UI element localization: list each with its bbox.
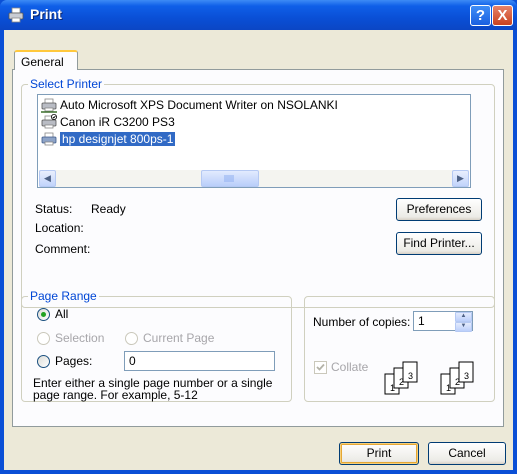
page-range-legend: Page Range bbox=[28, 289, 99, 303]
number-of-copies-value: 1 bbox=[418, 314, 425, 328]
status-label: Status: bbox=[35, 202, 73, 216]
copies-spinner[interactable]: ▲ ▼ bbox=[455, 312, 472, 332]
page-range-help-line2: page range. For example, 5-12 bbox=[33, 388, 198, 402]
current-page-radio[interactable] bbox=[125, 332, 138, 345]
collate-label: Collate bbox=[331, 360, 369, 374]
scroll-left-icon[interactable]: ◀ bbox=[39, 170, 56, 187]
find-printer-button[interactable]: Find Printer... bbox=[396, 232, 482, 255]
printer-icon bbox=[41, 132, 57, 146]
collate-pages-icon: 1 2 3 1 2 3 bbox=[384, 361, 474, 395]
window-title: Print bbox=[30, 6, 62, 22]
collate-page-number: 2 bbox=[399, 377, 404, 387]
collate-page-number: 3 bbox=[408, 371, 413, 381]
grip-icon bbox=[224, 175, 234, 182]
all-radio[interactable] bbox=[37, 308, 50, 321]
printer-icon bbox=[8, 7, 24, 23]
default-printer-icon bbox=[41, 114, 57, 129]
printer-name: Auto Microsoft XPS Document Writer on NS… bbox=[60, 98, 338, 112]
title-bar[interactable]: Print ? X bbox=[0, 0, 517, 30]
comment-label: Comment: bbox=[35, 242, 91, 256]
checkmark-icon bbox=[316, 363, 325, 371]
pages-input[interactable]: 0 bbox=[124, 351, 275, 371]
scroll-thumb[interactable] bbox=[201, 170, 259, 187]
preferences-button[interactable]: Preferences bbox=[396, 198, 482, 221]
printer-name: hp designjet 800ps-1 bbox=[60, 132, 176, 146]
pages-radio[interactable] bbox=[37, 355, 50, 368]
all-label: All bbox=[55, 307, 69, 321]
tab-general[interactable]: General bbox=[14, 50, 78, 70]
collate-page-number: 3 bbox=[464, 371, 469, 381]
horizontal-scrollbar[interactable]: ◀ ▶ bbox=[39, 170, 469, 187]
select-printer-legend: Select Printer bbox=[28, 77, 105, 91]
printer-list[interactable]: Auto Microsoft XPS Document Writer on NS… bbox=[37, 94, 471, 188]
dialog-client-area: General Select Printer Auto Microsoft XP… bbox=[4, 30, 513, 470]
printer-item-xps[interactable]: Auto Microsoft XPS Document Writer on NS… bbox=[40, 97, 338, 114]
collate-page-number: 1 bbox=[446, 383, 451, 393]
spin-up-icon[interactable]: ▲ bbox=[455, 312, 472, 322]
close-button[interactable]: X bbox=[492, 5, 513, 26]
number-of-copies-label: Number of copies: bbox=[313, 315, 411, 329]
collate-page-number: 1 bbox=[390, 383, 395, 393]
number-of-copies-input[interactable]: 1 ▲ ▼ bbox=[413, 311, 473, 332]
scroll-right-icon[interactable]: ▶ bbox=[452, 170, 469, 187]
selection-radio[interactable] bbox=[37, 332, 50, 345]
printer-item-hp-designjet[interactable]: hp designjet 800ps-1 bbox=[40, 131, 176, 148]
cancel-button[interactable]: Cancel bbox=[428, 442, 506, 465]
printer-item-canon[interactable]: Canon iR C3200 PS3 bbox=[40, 114, 175, 131]
spin-down-icon[interactable]: ▼ bbox=[455, 322, 472, 332]
print-dialog: Print ? X General Select Printer Auto Mi… bbox=[0, 0, 517, 474]
general-tab-panel: Select Printer Auto Microsoft XPS Docume… bbox=[12, 69, 504, 427]
current-page-label: Current Page bbox=[143, 331, 215, 345]
location-label: Location: bbox=[35, 221, 84, 235]
collate-page-number: 2 bbox=[455, 377, 460, 387]
help-button[interactable]: ? bbox=[470, 5, 491, 26]
network-printer-icon bbox=[41, 98, 57, 113]
status-value: Ready bbox=[91, 202, 126, 216]
collate-checkbox[interactable] bbox=[314, 361, 327, 374]
pages-label: Pages: bbox=[55, 354, 93, 368]
printer-name: Canon iR C3200 PS3 bbox=[60, 115, 175, 129]
print-button[interactable]: Print bbox=[339, 442, 419, 465]
selection-label: Selection bbox=[55, 331, 105, 345]
